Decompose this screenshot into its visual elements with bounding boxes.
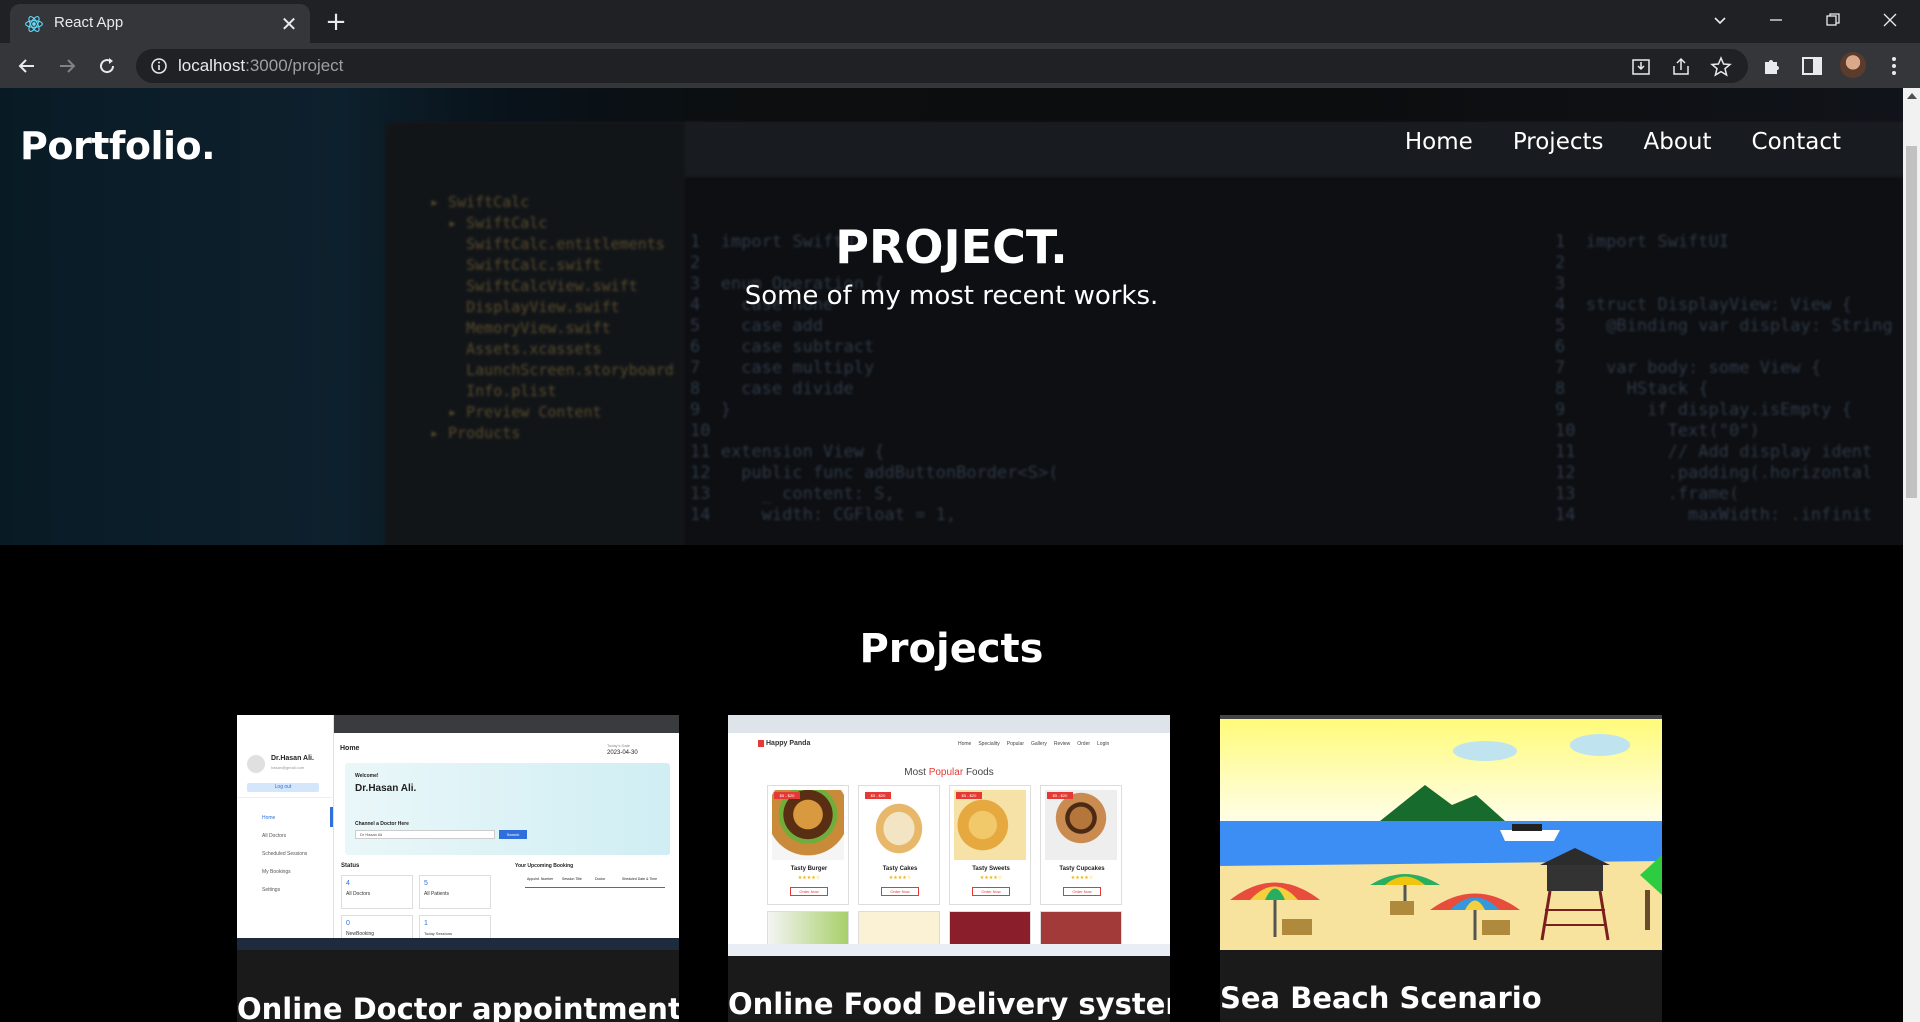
new-tab-icon[interactable]: + bbox=[322, 8, 350, 36]
tab-search-chevron-icon[interactable] bbox=[1700, 4, 1740, 36]
nav-link-contact[interactable]: Contact bbox=[1752, 129, 1841, 155]
browser-tab-active[interactable]: React App ✕ bbox=[10, 4, 310, 43]
tab-title: React App bbox=[54, 14, 124, 31]
address-bar[interactable]: localhost:3000/project bbox=[136, 49, 1748, 83]
react-logo-icon bbox=[25, 16, 43, 32]
reload-icon[interactable] bbox=[92, 51, 122, 81]
browser-tab-strip: React App ✕ + bbox=[0, 0, 1920, 43]
projects-heading: Projects bbox=[859, 626, 1044, 672]
scroll-up-arrow-icon[interactable] bbox=[1907, 93, 1917, 99]
more-menu-icon[interactable] bbox=[1882, 54, 1906, 78]
forward-arrow-icon[interactable] bbox=[52, 51, 82, 81]
site-logo[interactable]: Portfolio. bbox=[20, 124, 216, 168]
side-panel-icon[interactable] bbox=[1800, 54, 1824, 78]
project-title[interactable]: Online Doctor appointment bbox=[237, 992, 679, 1022]
restore-icon[interactable] bbox=[1813, 4, 1853, 36]
scrollbar-thumb[interactable] bbox=[1906, 146, 1917, 498]
project-screenshot-food: Happy Panda Home Speciality Popular Gallery… bbox=[728, 715, 1170, 956]
page-subtitle: Some of my most recent works. bbox=[744, 281, 1159, 311]
browser-toolbar: localhost:3000/project bbox=[0, 43, 1920, 88]
install-app-icon[interactable] bbox=[1630, 56, 1652, 78]
hero-banner: ▸ SwiftCalc ▸ SwiftCalc SwiftCalc.entitl… bbox=[0, 88, 1903, 545]
nav-link-about[interactable]: About bbox=[1644, 129, 1712, 155]
page-scrollbar[interactable] bbox=[1903, 88, 1920, 1022]
hero-dark-overlay bbox=[0, 88, 1903, 545]
site-info-icon[interactable] bbox=[150, 57, 168, 75]
bookmark-star-icon[interactable] bbox=[1710, 56, 1732, 78]
extensions-puzzle-icon[interactable] bbox=[1760, 54, 1784, 78]
share-icon[interactable] bbox=[1670, 56, 1692, 78]
url-text[interactable]: localhost:3000/project bbox=[178, 56, 343, 76]
page-title: PROJECT. bbox=[835, 220, 1068, 274]
project-card[interactable]: Sea Beach Scenario bbox=[1220, 715, 1662, 1022]
back-arrow-icon[interactable] bbox=[12, 51, 42, 81]
nav-link-projects[interactable]: Projects bbox=[1513, 129, 1604, 155]
project-screenshot-beach bbox=[1220, 715, 1662, 950]
nav-link-home[interactable]: Home bbox=[1405, 129, 1473, 155]
project-card[interactable]: Dr.Hasan Ali. hasan@gmail.com Log out Ho… bbox=[237, 715, 679, 1022]
close-tab-icon[interactable]: ✕ bbox=[278, 13, 300, 35]
site-nav: Home Projects About Contact bbox=[1365, 129, 1841, 155]
project-card[interactable]: Happy Panda Home Speciality Popular Gallery… bbox=[728, 715, 1170, 1022]
profile-avatar[interactable] bbox=[1840, 52, 1866, 78]
project-title[interactable]: Sea Beach Scenario bbox=[1220, 981, 1542, 1015]
minimize-icon[interactable] bbox=[1756, 4, 1796, 36]
close-window-icon[interactable] bbox=[1870, 4, 1910, 36]
project-screenshot-doctor: Dr.Hasan Ali. hasan@gmail.com Log out Ho… bbox=[237, 715, 679, 950]
project-title[interactable]: Online Food Delivery system bbox=[728, 987, 1170, 1021]
page-viewport: ▸ SwiftCalc ▸ SwiftCalc SwiftCalc.entitl… bbox=[0, 88, 1920, 1022]
